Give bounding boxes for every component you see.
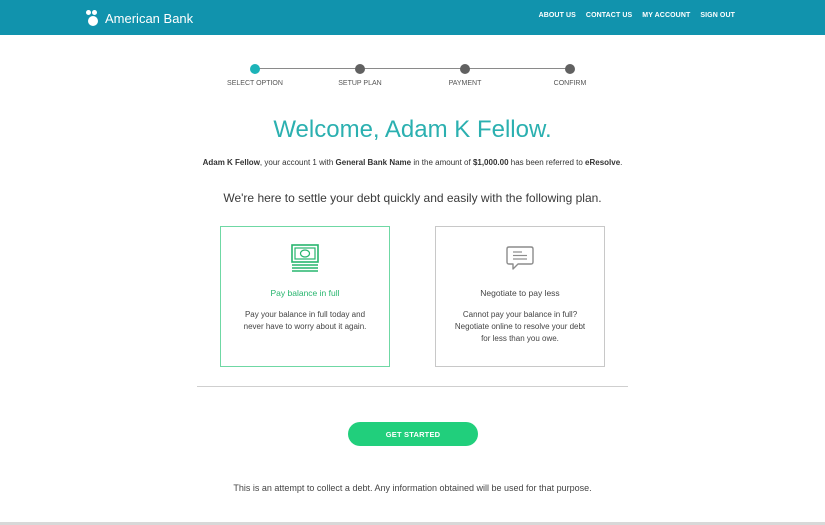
brand[interactable]: American Bank (86, 8, 193, 28)
nav-about-us[interactable]: ABOUT US (539, 12, 576, 19)
option-pay-in-full-card[interactable]: Pay balance in full Pay your balance in … (220, 226, 390, 367)
bank-name: General Bank Name (335, 158, 412, 167)
main-nav: ABOUT US CONTACT US MY ACCOUNT SIGN OUT (539, 12, 735, 19)
settle-heading: We're here to settle your debt quickly a… (223, 191, 602, 205)
nav-sign-out[interactable]: SIGN OUT (700, 12, 735, 19)
customer-name: Adam K Fellow (202, 158, 260, 167)
top-navbar: American Bank ABOUT US CONTACT US MY ACC… (0, 0, 825, 35)
step-label: SETUP PLAN (338, 80, 382, 87)
step-confirm: CONFIRM (535, 62, 605, 87)
money-icon (290, 243, 320, 273)
nav-contact-us[interactable]: CONTACT US (586, 12, 632, 19)
step-select-option: SELECT OPTION (220, 62, 290, 87)
step-dot (565, 64, 575, 74)
section-divider (197, 386, 628, 387)
welcome-heading: Welcome, Adam K Fellow. (273, 116, 552, 143)
american-bank-logo-icon (86, 10, 100, 26)
step-dot (355, 64, 365, 74)
referral-text-part: has been referred to (508, 158, 586, 167)
agency-name: eResolve (585, 158, 621, 167)
referral-text-part: , your account 1 with (259, 158, 336, 167)
step-setup-plan: SETUP PLAN (325, 62, 395, 87)
step-label: CONFIRM (553, 80, 587, 87)
nav-my-account[interactable]: MY ACCOUNT (642, 12, 690, 19)
step-dot (460, 64, 470, 74)
stepper-line (255, 68, 570, 69)
option-title: Pay balance in full (270, 288, 340, 298)
step-label: PAYMENT (448, 80, 482, 87)
brand-name: American Bank (105, 10, 194, 26)
debt-amount: $1,000.00 (472, 158, 509, 167)
referral-text-part: in the amount of (411, 158, 473, 167)
referral-text-part: . (620, 158, 623, 167)
get-started-button[interactable]: GET STARTED (348, 422, 478, 446)
option-title: Negotiate to pay less (480, 288, 560, 298)
referral-text: Adam K Fellow, your account 1 with Gener… (0, 158, 825, 167)
step-label: SELECT OPTION (227, 80, 283, 87)
step-payment: PAYMENT (430, 62, 500, 87)
chat-bubble-icon (505, 243, 535, 273)
debt-collection-disclaimer: This is an attempt to collect a debt. An… (233, 483, 592, 493)
option-description: Cannot pay your balance in full? Negotia… (454, 310, 586, 343)
step-dot-active (250, 64, 260, 74)
option-negotiate-card[interactable]: Negotiate to pay less Cannot pay your ba… (435, 226, 605, 367)
option-description: Pay your balance in full today and never… (243, 310, 367, 331)
progress-stepper: SELECT OPTION SETUP PLAN PAYMENT CONFIRM (227, 62, 588, 92)
